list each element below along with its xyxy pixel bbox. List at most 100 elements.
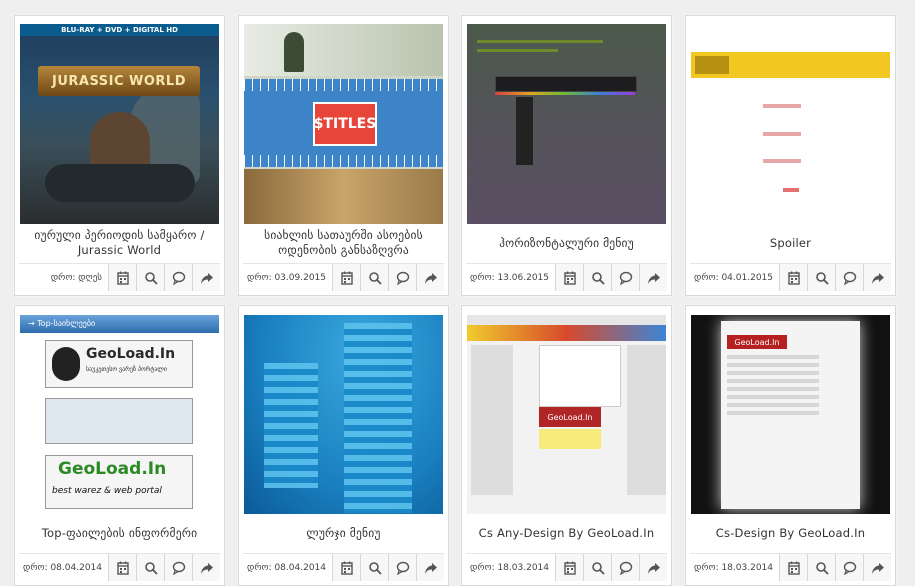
search-button[interactable]: [583, 264, 611, 291]
post-date: დრო: 03.09.2015: [246, 272, 326, 283]
calendar-icon: [563, 271, 576, 285]
post-date: დრო: 18.03.2014: [469, 562, 549, 573]
menu-bar-preview: [495, 76, 637, 92]
calendar-icon: [563, 561, 576, 575]
post-title[interactable]: ჰორიზონტალური მენიუ: [466, 226, 667, 260]
logo-box: GeoLoad.In საუკეთესო ვარეზ პორტალი: [45, 340, 193, 388]
post-meta-bar: დრო: 04.01.2015: [690, 263, 891, 291]
comment-icon: [843, 271, 856, 285]
search-icon: [591, 561, 605, 575]
post-title[interactable]: Spoiler: [690, 226, 891, 260]
thumbnail-logo: JURASSIC WORLD: [38, 66, 200, 96]
logo-subtext: best warez & web portal: [52, 486, 162, 496]
calendar-button[interactable]: [779, 554, 807, 581]
post-card: BLU-RAY + DVD + DIGITAL HD JURASSIC WORL…: [14, 15, 225, 296]
post-meta-bar: დრო: 18.03.2014: [466, 553, 667, 581]
calendar-button[interactable]: [108, 554, 136, 581]
thumbnail-tag: $TITLES: [313, 102, 377, 146]
comment-button[interactable]: [164, 554, 192, 581]
post-thumbnail[interactable]: BLU-RAY + DVD + DIGITAL HD JURASSIC WORL…: [20, 24, 219, 224]
comment-button[interactable]: [835, 554, 863, 581]
comment-icon: [619, 561, 632, 575]
logo-subtext: საუკეთესო ვარეზ პორტალი: [86, 366, 167, 373]
post-card: GeoLoad.In Cs Any-Design By GeoLoad.In დ…: [461, 305, 672, 586]
share-button[interactable]: [192, 554, 220, 581]
thumbnail-header: → Top-საიხლეები: [20, 315, 219, 333]
calendar-button[interactable]: [779, 264, 807, 291]
post-meta-bar: დრო: 08.04.2014: [19, 553, 220, 581]
comment-button[interactable]: [388, 554, 416, 581]
logo-text: GeoLoad.In: [58, 459, 167, 479]
post-thumbnail[interactable]: [244, 315, 443, 514]
share-button[interactable]: [863, 554, 891, 581]
search-button[interactable]: [136, 264, 164, 291]
post-title[interactable]: Cs-Design By GeoLoad.In: [690, 516, 891, 550]
share-button[interactable]: [639, 264, 667, 291]
share-icon: [424, 272, 437, 284]
search-button[interactable]: [583, 554, 611, 581]
post-date: დრო: 04.01.2015: [693, 272, 773, 283]
calendar-icon: [116, 561, 129, 575]
comment-icon: [619, 271, 632, 285]
calendar-button[interactable]: [555, 264, 583, 291]
calendar-button[interactable]: [555, 554, 583, 581]
post-title[interactable]: იურული პერიოდის სამყარო / Jurassic World: [19, 226, 220, 260]
post-meta-bar: დრო: 13.06.2015: [466, 263, 667, 291]
share-button[interactable]: [416, 554, 444, 581]
post-meta-bar: დრო: 03.09.2015: [243, 263, 444, 291]
search-button[interactable]: [360, 554, 388, 581]
comment-icon: [172, 271, 185, 285]
post-thumbnail[interactable]: [467, 24, 666, 224]
search-button[interactable]: [807, 554, 835, 581]
post-thumbnail[interactable]: GeoLoad.In: [691, 315, 890, 514]
calendar-button[interactable]: [332, 554, 360, 581]
post-date: დრო: 13.06.2015: [469, 272, 549, 283]
site-banner-preview: [467, 325, 666, 341]
post-thumbnail[interactable]: → Top-საიხლეები GeoLoad.In საუკეთესო ვარ…: [20, 315, 219, 514]
post-meta-bar: დრო: 18.03.2014: [690, 553, 891, 581]
post-title[interactable]: სიახლის სათაურში ასოების ოდენობის განსაზ…: [243, 226, 444, 260]
post-card: $TITLES სიახლის სათაურში ასოების ოდენობი…: [238, 15, 449, 296]
calendar-icon: [787, 561, 800, 575]
thumbnail-header: [477, 34, 657, 74]
comment-icon: [172, 561, 185, 575]
wood-panel: [244, 169, 443, 224]
post-date: დრო: დღეს: [50, 272, 102, 283]
content-grid: BLU-RAY + DVD + DIGITAL HD JURASSIC WORL…: [0, 0, 915, 586]
calendar-button[interactable]: [108, 264, 136, 291]
share-button[interactable]: [416, 264, 444, 291]
calendar-icon: [787, 271, 800, 285]
site-logo-preview: GeoLoad.In: [727, 335, 787, 349]
post-thumbnail[interactable]: GeoLoad.In: [467, 315, 666, 514]
calendar-icon: [116, 271, 129, 285]
site-logo-preview: GeoLoad.In: [539, 407, 601, 427]
post-title[interactable]: Top-ფაილების ინფორმერი: [19, 516, 220, 550]
spoiler-line: [763, 132, 801, 136]
share-button[interactable]: [192, 264, 220, 291]
search-icon: [368, 271, 382, 285]
share-button[interactable]: [863, 264, 891, 291]
post-title[interactable]: Cs Any-Design By GeoLoad.In: [466, 516, 667, 550]
comment-button[interactable]: [611, 264, 639, 291]
share-icon: [424, 562, 437, 574]
menu-column-preview: [264, 363, 318, 488]
menu-column-preview: [344, 323, 412, 513]
screenshot-box: [45, 398, 193, 444]
post-card: → Top-საიხლეები GeoLoad.In საუკეთესო ვარ…: [14, 305, 225, 586]
post-title[interactable]: ლურჯი მენიუ: [243, 516, 444, 550]
search-button[interactable]: [136, 554, 164, 581]
post-thumbnail[interactable]: [691, 24, 890, 224]
share-button[interactable]: [639, 554, 667, 581]
comment-button[interactable]: [388, 264, 416, 291]
calendar-button[interactable]: [332, 264, 360, 291]
search-button[interactable]: [807, 264, 835, 291]
search-icon: [144, 271, 158, 285]
post-thumbnail[interactable]: $TITLES: [244, 24, 443, 224]
comment-button[interactable]: [835, 264, 863, 291]
comment-button[interactable]: [164, 264, 192, 291]
menu-color-strip: [495, 92, 635, 95]
search-button[interactable]: [360, 264, 388, 291]
comment-button[interactable]: [611, 554, 639, 581]
search-icon: [815, 561, 829, 575]
search-icon: [144, 561, 158, 575]
